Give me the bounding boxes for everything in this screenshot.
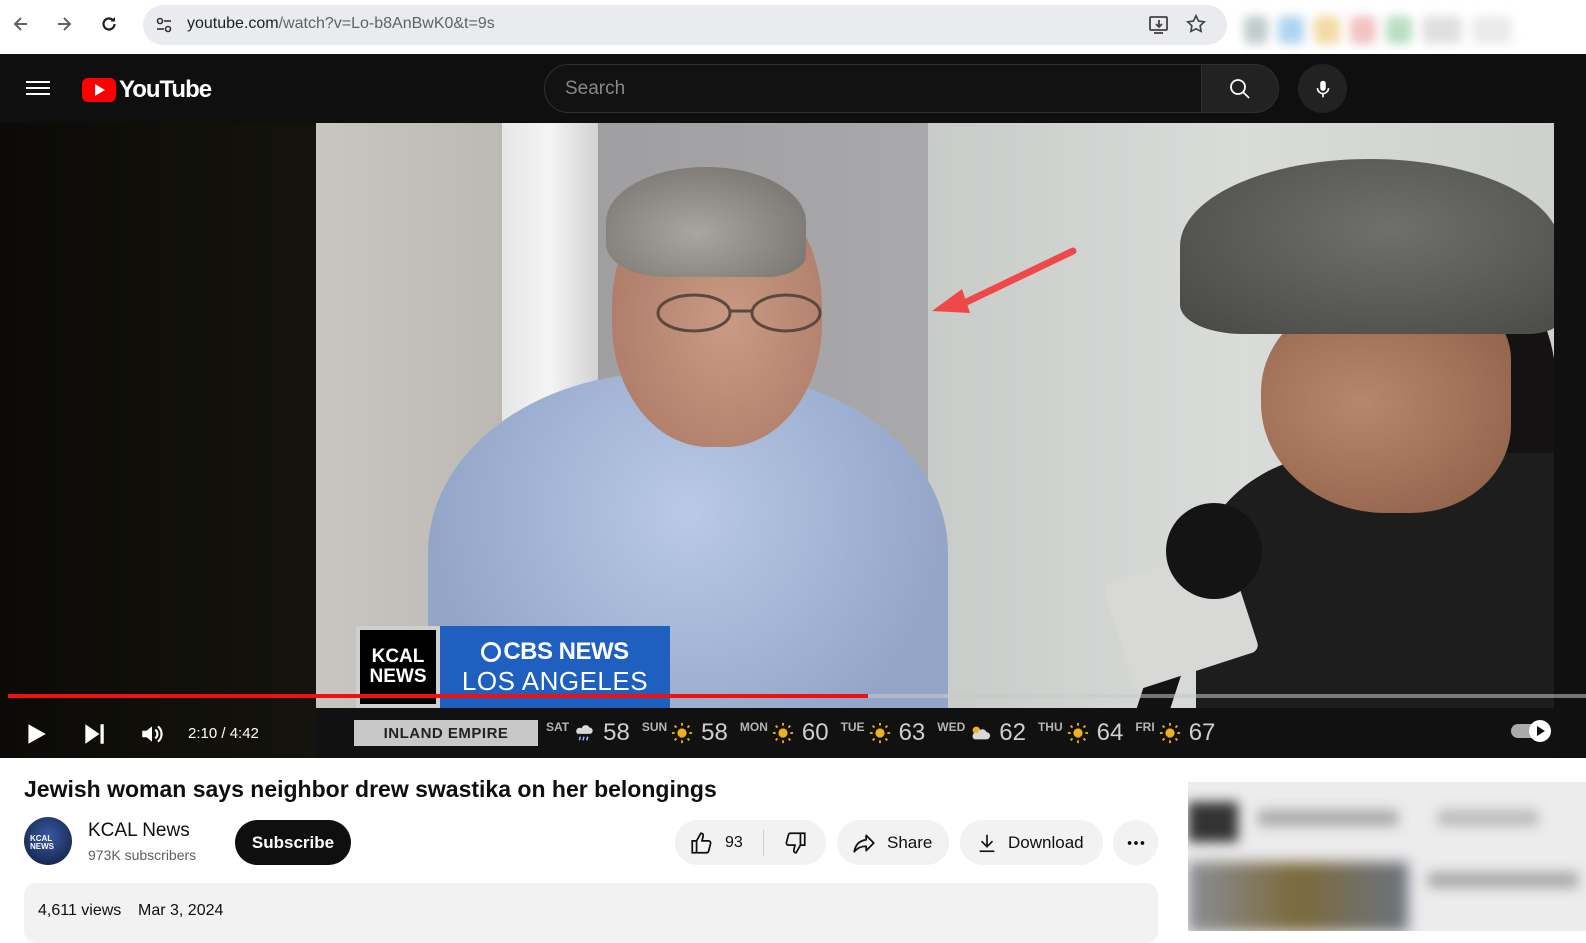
menu-icon[interactable] — [26, 77, 50, 101]
weather-day: TUE 63 — [841, 719, 930, 747]
voice-search-button[interactable] — [1298, 64, 1347, 113]
cloud-icon — [969, 722, 991, 744]
channel-avatar[interactable]: KCAL NEWS — [24, 817, 72, 865]
weather-day: MON 60 — [740, 719, 833, 747]
search-icon — [1230, 78, 1250, 99]
weather-ticker: INLAND EMPIRE SAT 58 SUN 58 MON 60 TUE 63 WED 62 T… — [316, 708, 1554, 758]
progress-bar[interactable] — [8, 694, 1586, 698]
weather-day-label: SUN — [641, 720, 668, 734]
station-line-2: NEWS — [369, 666, 427, 687]
download-button[interactable]: Download — [960, 820, 1103, 865]
weather-temp: 60 — [801, 719, 829, 746]
bookmark-star-icon[interactable] — [1185, 13, 1209, 37]
back-icon[interactable] — [7, 10, 35, 38]
weather-temp: 58 — [701, 719, 728, 746]
search-input[interactable] — [565, 78, 1165, 100]
youtube-header: YouTube — [0, 54, 1586, 123]
weather-day-label: THU — [1037, 720, 1063, 734]
weather-region: INLAND EMPIRE — [354, 720, 538, 746]
youtube-play-logo-icon — [82, 78, 116, 102]
subscriber-count: 973K subscribers — [88, 847, 197, 863]
reload-icon[interactable] — [95, 10, 123, 38]
weather-temp: 58 — [603, 719, 630, 746]
video-frame[interactable]: KCAL NEWS CBS NEWS LOS ANGELES — [316, 123, 1554, 758]
autoplay-toggle[interactable] — [1510, 719, 1554, 743]
red-arrow-annotation — [932, 247, 1077, 313]
weather-temp: 63 — [898, 719, 926, 746]
dislike-button[interactable] — [764, 820, 826, 865]
player-letterbox-right — [1554, 123, 1586, 758]
sun-icon — [869, 722, 891, 744]
next-button[interactable] — [80, 720, 108, 748]
weather-day-label: WED — [937, 720, 966, 734]
extensions-area — [1244, 10, 1586, 50]
weather-temp: 67 — [1188, 719, 1216, 746]
description-box[interactable]: 4,611 views Mar 3, 2024 — [24, 883, 1158, 943]
weather-day-label: TUE — [840, 720, 865, 734]
weather-day: FRI 67 — [1135, 719, 1219, 747]
share-icon — [853, 834, 875, 853]
sun-icon — [1067, 722, 1089, 744]
weather-day: THU 64 — [1038, 719, 1127, 747]
thumbs-down-icon — [785, 831, 806, 854]
site-info-icon[interactable] — [153, 14, 175, 36]
sun-icon — [772, 722, 794, 744]
network-line-2: LOS ANGELES — [461, 665, 649, 696]
weather-day: WED 62 — [937, 719, 1030, 747]
recommendations-sidebar-blurred — [1188, 782, 1586, 931]
more-actions-button[interactable] — [1113, 820, 1158, 865]
more-horizontal-icon — [1127, 840, 1144, 845]
share-label: Share — [887, 832, 933, 852]
logo-text: YouTube — [119, 76, 212, 103]
cbs-eye-icon — [481, 641, 502, 662]
download-icon — [979, 834, 995, 852]
like-button[interactable]: 93 — [675, 820, 763, 865]
player-controls: 2:10 / 4:42 — [0, 708, 316, 758]
upload-date: Mar 3, 2024 — [138, 902, 224, 919]
volume-icon — [142, 725, 163, 743]
volume-button[interactable] — [138, 720, 166, 748]
url-host: youtube.com — [187, 15, 279, 32]
subscribe-button[interactable]: Subscribe — [235, 820, 351, 865]
weather-day-label: MON — [739, 720, 768, 734]
url-text: youtube.com/watch?v=Lo-b8AnBwK0&t=9s — [187, 15, 495, 33]
weather-day: SUN 58 — [642, 719, 732, 747]
channel-name[interactable]: KCAL News — [88, 820, 190, 842]
download-label: Download — [1008, 832, 1084, 852]
player-letterbox — [0, 123, 316, 758]
search-box[interactable] — [544, 64, 1202, 113]
youtube-logo[interactable]: YouTube — [82, 76, 212, 104]
station-line-1: KCAL — [371, 646, 425, 667]
play-icon — [28, 724, 46, 744]
rain-icon — [573, 722, 595, 744]
search-button[interactable] — [1201, 64, 1279, 113]
video-player[interactable]: KCAL NEWS CBS NEWS LOS ANGELES INLAND EM… — [0, 123, 1586, 758]
weather-day: SAT 58 — [546, 719, 634, 747]
share-button[interactable]: Share — [837, 820, 949, 865]
skip-next-icon — [85, 724, 104, 744]
view-count: 4,611 views — [38, 902, 122, 919]
browser-toolbar: youtube.com/watch?v=Lo-b8AnBwK0&t=9s — [0, 0, 1586, 54]
sun-icon — [671, 722, 693, 744]
forward-icon[interactable] — [50, 10, 78, 38]
weather-day-label: SAT — [546, 720, 570, 734]
video-title: Jewish woman says neighbor drew swastika… — [24, 776, 717, 802]
like-count: 93 — [725, 833, 743, 851]
address-bar[interactable]: youtube.com/watch?v=Lo-b8AnBwK0&t=9s — [143, 5, 1227, 45]
weather-temp: 64 — [1096, 719, 1124, 746]
install-app-icon[interactable] — [1147, 13, 1171, 37]
time-display: 2:10 / 4:42 — [188, 725, 259, 742]
sun-icon — [1159, 722, 1181, 744]
url-path: /watch?v=Lo-b8AnBwK0&t=9s — [278, 15, 495, 32]
like-dislike-group: 93 — [675, 820, 826, 865]
weather-temp: 62 — [999, 719, 1026, 746]
network-line-1: CBS NEWS — [481, 638, 629, 666]
weather-day-label: FRI — [1135, 720, 1155, 734]
thumbs-up-icon — [691, 831, 712, 854]
microphone-icon — [1316, 80, 1329, 97]
progress-played — [8, 694, 868, 698]
play-button[interactable] — [22, 720, 50, 748]
